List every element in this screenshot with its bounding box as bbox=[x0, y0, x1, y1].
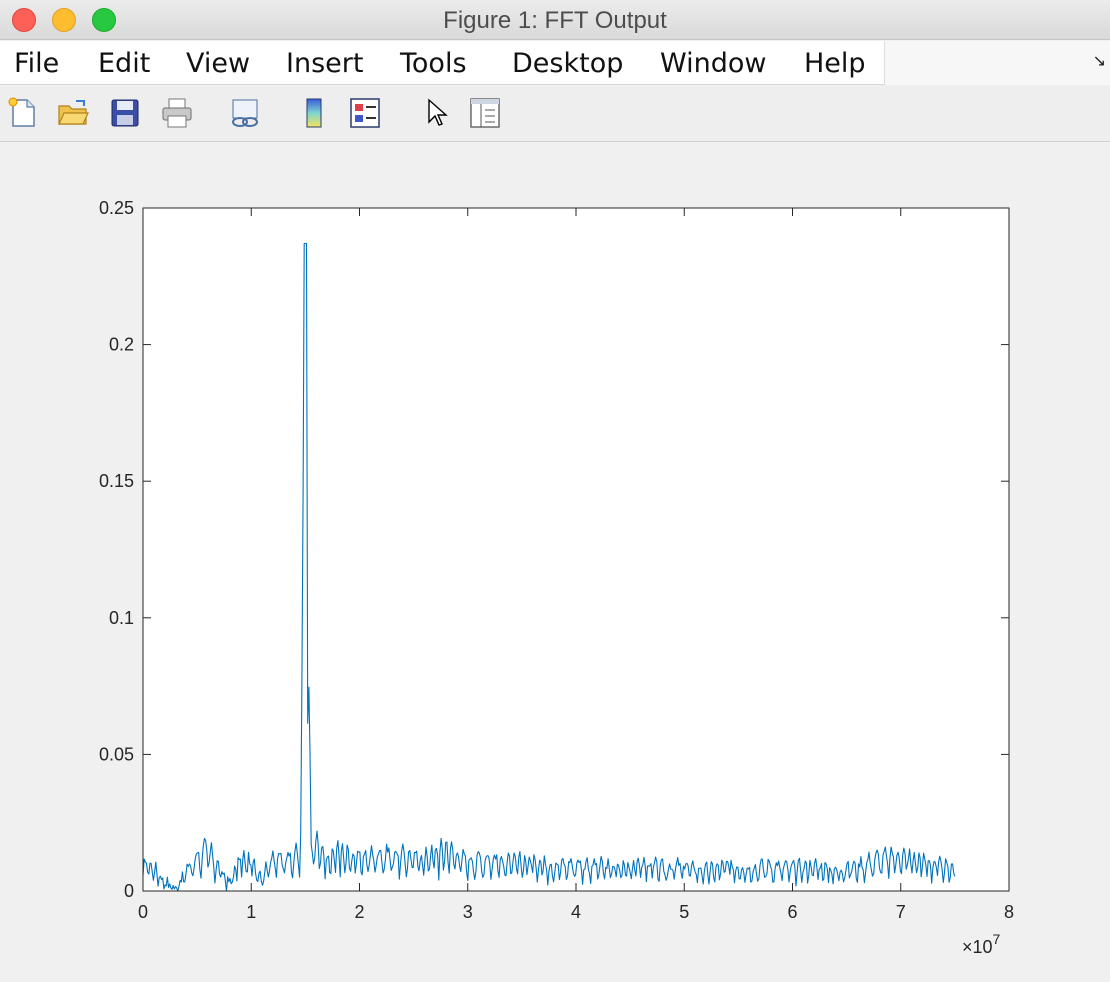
x-tick-label: 5 bbox=[679, 902, 689, 922]
pointer-arrow-icon[interactable] bbox=[420, 96, 454, 130]
window-title: Figure 1: FFT Output bbox=[443, 7, 667, 34]
y-tick-label: 0.1 bbox=[109, 608, 134, 628]
x-exponent-power: 7 bbox=[993, 931, 1001, 947]
print-icon[interactable] bbox=[160, 96, 194, 130]
x-tick-label: 8 bbox=[1004, 902, 1014, 922]
menu-help[interactable]: Help bbox=[804, 48, 866, 79]
legend-icon[interactable] bbox=[348, 96, 382, 130]
y-tick-label: 0.05 bbox=[99, 744, 134, 764]
x-tick-label: 0 bbox=[138, 902, 148, 922]
y-tick-label: 0.25 bbox=[99, 198, 134, 218]
x-tick-label: 1 bbox=[246, 902, 256, 922]
figure-canvas[interactable]: 0 1 2 3 4 5 6 7 8 0 0.05 0.1 0.15 0.2 0.25 ×107 bbox=[0, 143, 1110, 982]
x-tick-label: 6 bbox=[787, 902, 797, 922]
property-editor-icon[interactable] bbox=[468, 96, 502, 130]
menu-file[interactable]: File bbox=[14, 48, 59, 79]
x-exponent-label: ×107 bbox=[962, 931, 1001, 957]
save-disk-icon[interactable] bbox=[108, 96, 142, 130]
menu-edit[interactable]: Edit bbox=[98, 48, 150, 79]
toolbar bbox=[0, 86, 1110, 142]
menu-window[interactable]: Window bbox=[660, 48, 766, 79]
menu-desktop[interactable]: Desktop bbox=[512, 48, 623, 79]
title-bar: Figure 1: FFT Output bbox=[0, 0, 1110, 40]
menu-bar: File Edit View Insert Tools Desktop Wind… bbox=[0, 41, 1110, 85]
link-plot-icon[interactable] bbox=[228, 96, 262, 130]
open-folder-icon[interactable] bbox=[56, 96, 90, 130]
menu-bar-spacer bbox=[884, 41, 1110, 85]
corner-arrow-icon[interactable]: ↘ bbox=[1093, 51, 1106, 71]
axes-background[interactable] bbox=[143, 208, 1009, 891]
menu-view[interactable]: View bbox=[186, 48, 250, 79]
x-tick-label: 3 bbox=[463, 902, 473, 922]
x-tick-label: 4 bbox=[571, 902, 581, 922]
colorbar-icon[interactable] bbox=[298, 96, 332, 130]
y-tick-label: 0.15 bbox=[99, 471, 134, 491]
menu-tools[interactable]: Tools bbox=[400, 48, 467, 79]
y-tick-label: 0.2 bbox=[109, 335, 134, 355]
y-tick-label: 0 bbox=[124, 881, 134, 901]
menu-insert[interactable]: Insert bbox=[286, 48, 363, 79]
plot-svg: 0 1 2 3 4 5 6 7 800.050.10.150.20.25×107 bbox=[99, 198, 1014, 957]
x-tick-label: 2 bbox=[354, 902, 364, 922]
x-tick-label: 7 bbox=[896, 902, 906, 922]
new-figure-icon[interactable] bbox=[6, 96, 40, 130]
